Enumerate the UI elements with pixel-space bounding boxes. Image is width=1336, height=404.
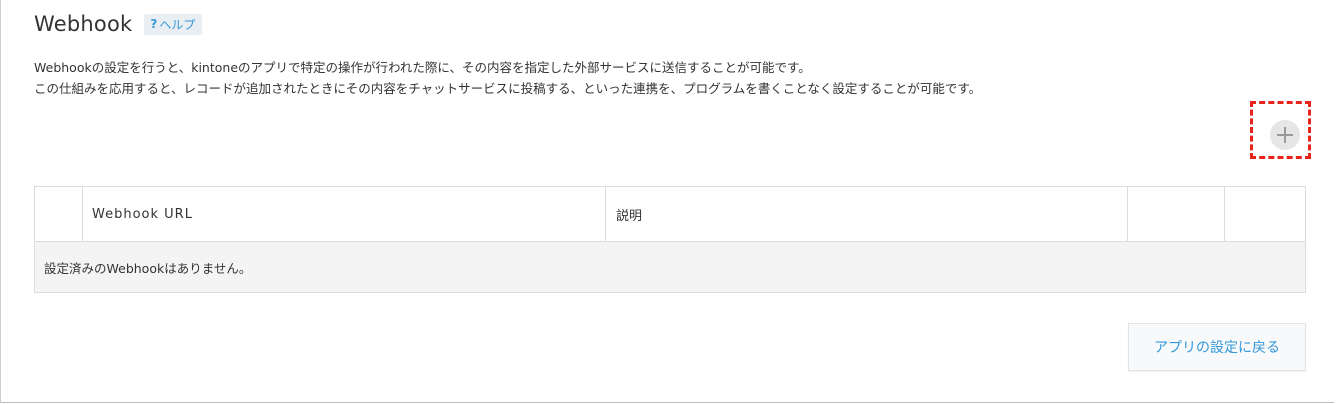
column-header-description: 説明 (606, 187, 1128, 241)
add-button-highlight (1250, 101, 1311, 159)
column-header-url: Webhook URL (83, 187, 606, 241)
back-to-app-settings-button[interactable]: アプリの設定に戻る (1128, 323, 1306, 371)
column-header-blank-2 (1128, 187, 1225, 241)
question-mark-icon: ? (150, 17, 158, 31)
column-header-blank-3 (1225, 187, 1305, 241)
empty-state-message: 設定済みのWebhookはありません。 (44, 260, 252, 276)
help-link[interactable]: ? ヘルプ (144, 13, 203, 35)
page-title: Webhook (34, 12, 133, 36)
table-header: Webhook URL 説明 (35, 187, 1305, 242)
plus-icon (1277, 127, 1293, 143)
title-row: Webhook ? ヘルプ (34, 10, 203, 38)
description-line-2: この仕組みを応用すると、レコードが追加されたときにその内容をチャットサービスに投… (34, 81, 982, 96)
description-line-1: Webhookの設定を行うと、kintoneのアプリで特定の操作が行われた際に、… (34, 60, 811, 75)
webhook-settings-page: Webhook ? ヘルプ Webhookの設定を行うと、kintoneのアプリ… (0, 0, 1334, 403)
webhook-table: Webhook URL 説明 設定済みのWebhookはありません。 (34, 186, 1306, 293)
help-label: ヘルプ (159, 17, 196, 32)
column-header-blank (35, 187, 83, 241)
empty-state-row: 設定済みのWebhookはありません。 (35, 242, 1305, 292)
description: Webhookの設定を行うと、kintoneのアプリで特定の操作が行われた際に、… (34, 57, 981, 99)
add-webhook-button[interactable] (1270, 120, 1300, 150)
